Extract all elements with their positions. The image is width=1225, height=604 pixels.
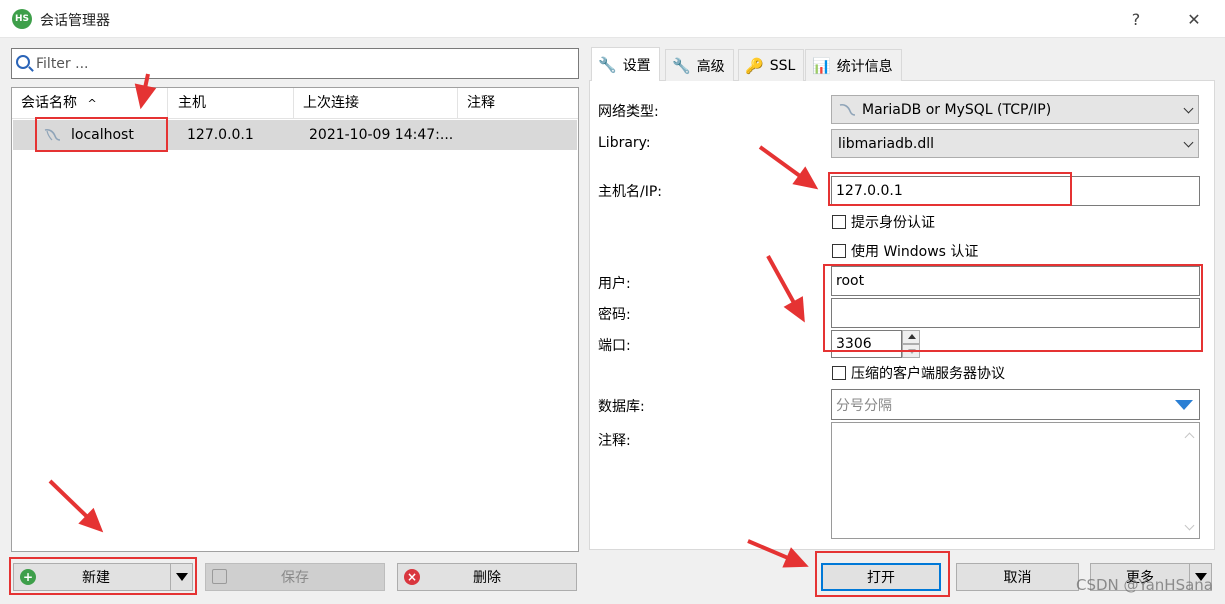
column-header-host[interactable]: 主机 [169, 88, 294, 119]
wrench-icon: 🔧 [598, 55, 617, 74]
checkbox-label: 提示身份认证 [851, 215, 935, 231]
database-placeholder: 分号分隔 [836, 397, 892, 414]
session-list[interactable]: 会话名称 ^ 主机 上次连接 注释 localhost 127.0.0.1 20… [11, 87, 579, 552]
annotation-box [35, 117, 168, 152]
chevron-down-icon [1183, 103, 1194, 114]
tab-settings[interactable]: 🔧 设置 [591, 47, 660, 81]
session-host: 127.0.0.1 [187, 127, 254, 143]
network-type-value: MariaDB or MySQL (TCP/IP) [862, 101, 1052, 118]
tab-ssl[interactable]: 🔑 SSL [738, 49, 805, 81]
tab-statistics[interactable]: 📊 统计信息 [805, 49, 902, 81]
textarea-scrollbar[interactable] [1182, 423, 1199, 538]
checkbox-box[interactable] [832, 366, 846, 380]
tab-advanced[interactable]: 🔧 高级 [665, 49, 734, 81]
scroll-down-icon[interactable] [1184, 520, 1195, 531]
user-label: 用户: [598, 276, 631, 292]
delete-button-label: 删除 [473, 570, 501, 586]
library-select[interactable]: libmariadb.dll [831, 129, 1199, 158]
filter-box[interactable] [11, 48, 579, 79]
prompt-auth-checkbox[interactable]: 提示身份认证 [832, 212, 935, 232]
column-header-last-connect[interactable]: 上次连接 [294, 88, 458, 119]
dropdown-arrow-icon[interactable] [1175, 400, 1193, 410]
list-header: 会话名称 ^ 主机 上次连接 注释 [12, 88, 578, 119]
annotation-box [815, 551, 950, 597]
bar-chart-icon: 📊 [812, 56, 831, 75]
window-title: 会话管理器 [40, 13, 110, 29]
tab-label: SSL [769, 57, 796, 74]
scroll-up-icon[interactable] [1184, 432, 1195, 443]
cancel-button-label: 取消 [1003, 570, 1032, 586]
database-input[interactable]: 分号分隔 [831, 389, 1200, 420]
tab-label: 设置 [622, 57, 651, 74]
key-icon: 🔑 [745, 56, 764, 75]
title-bar: HS 会话管理器 ? ✕ [0, 0, 1225, 38]
help-button[interactable]: ? [1118, 6, 1154, 32]
delete-button[interactable]: × 删除 [397, 563, 577, 591]
compress-checkbox[interactable]: 压缩的客户端服务器协议 [832, 363, 1005, 383]
library-label: Library: [598, 135, 651, 151]
checkbox-box[interactable] [832, 215, 846, 229]
comment-label: 注释: [598, 433, 631, 449]
tab-label: 统计信息 [836, 58, 893, 75]
column-header-comment[interactable]: 注释 [458, 88, 578, 119]
library-value: libmariadb.dll [838, 135, 934, 152]
network-type-select[interactable]: MariaDB or MySQL (TCP/IP) [831, 95, 1199, 124]
save-button-label: 保存 [281, 570, 309, 586]
cancel-button[interactable]: 取消 [956, 563, 1079, 591]
annotation-box [9, 557, 197, 595]
checkbox-box[interactable] [832, 244, 846, 258]
close-button[interactable]: ✕ [1176, 6, 1212, 32]
session-last-connect: 2021-10-09 14:47:... [309, 127, 454, 143]
network-type-label: 网络类型: [598, 104, 659, 120]
checkbox-label: 压缩的客户端服务器协议 [851, 366, 1005, 382]
filter-input[interactable] [36, 54, 556, 74]
search-icon [16, 55, 30, 69]
sort-ascending-icon: ^ [87, 97, 97, 110]
annotation-box [828, 172, 1072, 206]
database-label: 数据库: [598, 399, 645, 415]
watermark: CSDN @YanHSana [1075, 576, 1213, 594]
comment-textarea[interactable] [831, 422, 1200, 539]
password-label: 密码: [598, 307, 631, 323]
save-icon [212, 569, 227, 584]
wrench-orange-icon: 🔧 [672, 56, 691, 75]
host-label: 主机名/IP: [598, 184, 663, 200]
delete-icon: × [404, 569, 420, 585]
save-button[interactable]: 保存 [205, 563, 385, 591]
mariadb-seal-icon [839, 103, 856, 116]
port-label: 端口: [598, 338, 631, 354]
tab-label: 高级 [696, 58, 725, 75]
chevron-down-icon [1183, 137, 1194, 148]
checkbox-label: 使用 Windows 认证 [851, 244, 979, 260]
app-icon: HS [12, 9, 32, 29]
windows-auth-checkbox[interactable]: 使用 Windows 认证 [832, 241, 978, 261]
annotation-box [823, 264, 1203, 352]
